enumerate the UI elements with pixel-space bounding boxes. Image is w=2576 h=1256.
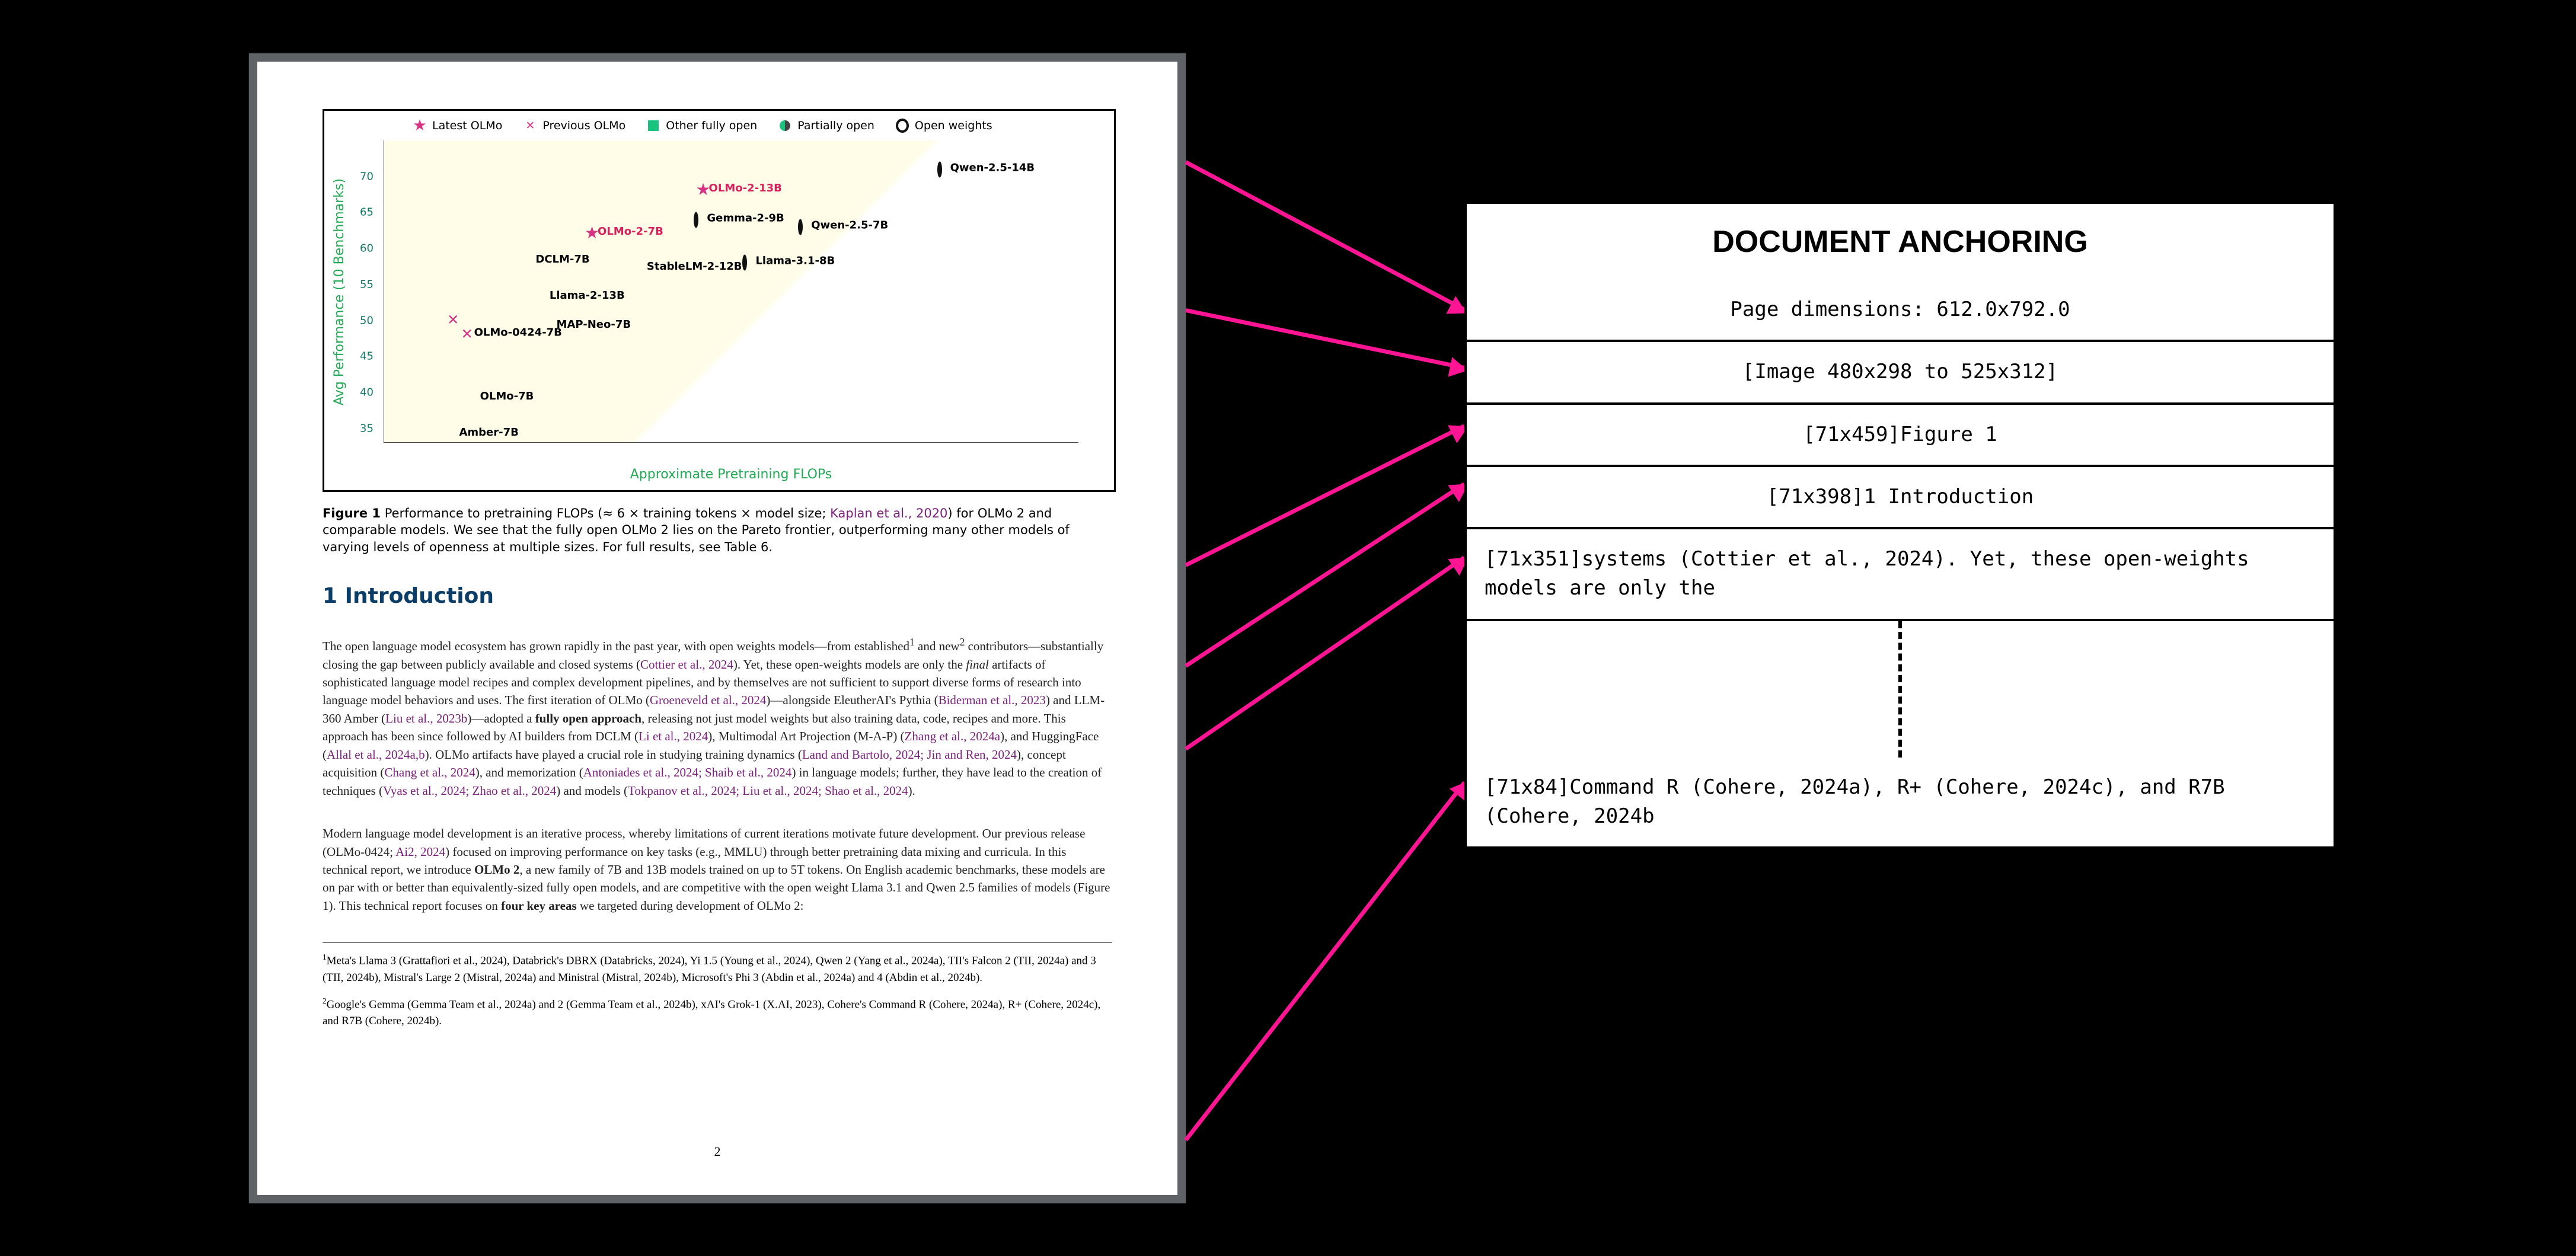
footnote-rule (323, 942, 1112, 943)
square-icon (647, 119, 660, 132)
chart-point: Gemma-2-9B (694, 214, 698, 225)
anchor-arrow (1185, 160, 1465, 311)
ring-icon (896, 119, 909, 132)
y-tick: 65 (360, 206, 374, 219)
legend-open-weights: Open weights (896, 119, 992, 132)
pdf-shell: ★ Latest OLMo ✕ Previous OLMo Other fully … (249, 53, 1186, 1203)
anchor-rows-gap (1464, 621, 2336, 758)
y-tick: 70 (360, 170, 374, 183)
anchor-arrow (1185, 556, 1466, 751)
chart-point-label: OLMo-2-7B (598, 225, 663, 238)
footnote-2: 2Google's Gemma (Gemma Team et al., 2024… (323, 995, 1112, 1030)
legend-partial: Partially open (778, 119, 874, 132)
chart-point-label: StableLM-2-12B (647, 260, 742, 273)
anchor-row-introduction: [71x398]1 Introduction (1464, 467, 2336, 529)
y-tick: 40 (360, 386, 374, 399)
ring-icon (937, 161, 942, 177)
chart-point-label: OLMo-2-13B (709, 182, 782, 194)
chart-point: ✕ (447, 314, 459, 327)
document-anchoring-table: DOCUMENT ANCHORING Page dimensions: 612.… (1464, 202, 2336, 849)
ring-icon (798, 219, 803, 235)
cross-icon: ✕ (524, 119, 537, 132)
legend-label: Partially open (797, 119, 874, 132)
chart-legend: ★ Latest OLMo ✕ Previous OLMo Other fully … (413, 111, 1078, 140)
chart-point-label: Qwen-2.5-14B (950, 161, 1035, 174)
chart-point: Llama-3.1-8B (742, 257, 747, 269)
anchor-row-image: [Image 480x298 to 525x312] (1464, 342, 2336, 404)
cross-icon: ✕ (447, 311, 459, 328)
chart-point-label: OLMo-7B (480, 390, 534, 402)
legend-previous-olmo: ✕ Previous OLMo (524, 119, 625, 132)
pdf-page: ★ Latest OLMo ✕ Previous OLMo Other fully … (257, 62, 1177, 1195)
legend-fully-open: Other fully open (647, 119, 757, 132)
legend-label: Previous OLMo (542, 119, 625, 132)
y-tick: 35 (360, 422, 374, 434)
y-tick: 50 (360, 314, 374, 327)
page-number: 2 (323, 1133, 1112, 1159)
anchor-arrow (1184, 781, 1466, 1141)
legend-label: Latest OLMo (432, 119, 502, 132)
chart-point-label: Qwen-2.5-7B (811, 219, 888, 231)
ellipsis-dash (1898, 621, 1902, 758)
y-tick: 55 (360, 278, 374, 290)
figure-1-caption: Figure 1 Performance to pretraining FLOP… (323, 505, 1112, 555)
anchor-row-systems: [71x351]systems (Cottier et al., 2024). … (1464, 529, 2336, 621)
y-tick: 45 (360, 350, 374, 363)
chart-point: Qwen-2.5-14B (937, 164, 942, 175)
ring-icon (742, 255, 747, 271)
y-axis-title: Avg Performance (10 Benchmarks) (333, 140, 347, 443)
chart-point-label: Amber-7B (459, 426, 518, 439)
chart-point-label: MAP-Neo-7B (557, 318, 631, 331)
footnote-1: 1Meta's Llama 3 (Grattafiori et al., 202… (323, 951, 1112, 986)
star-icon: ★ (413, 119, 426, 132)
anchor-row-dimensions: Page dimensions: 612.0x792.0 (1464, 280, 2336, 342)
chart-point-label: Gemma-2-9B (707, 212, 784, 224)
anchor-arrow (1185, 424, 1465, 567)
chart-plot-area: ★OLMo-2-7B★OLMo-2-13B✕OLMo-0424-7B✕OLMo-… (384, 140, 1078, 443)
anchor-row-footnote: [71x84]Command R (Cohere, 2024a), R+ (Co… (1464, 758, 2336, 849)
chart-point-label: Llama-2-13B (550, 289, 625, 302)
figure-1-chart: ★ Latest OLMo ✕ Previous OLMo Other fully … (323, 109, 1116, 492)
anchor-arrow (1185, 308, 1464, 370)
legend-label: Open weights (915, 119, 992, 132)
citation: Kaplan et al., 2020 (830, 506, 947, 520)
chart-point: ✕OLMo-0424-7B (461, 328, 473, 341)
chart-point-label: OLMo-0424-7B (474, 326, 562, 338)
anchor-title: DOCUMENT ANCHORING (1464, 202, 2336, 280)
chart-point-label: DCLM-7B (535, 253, 589, 266)
x-axis (384, 442, 1078, 443)
x-axis-title: Approximate Pretraining FLOPs (384, 467, 1078, 482)
diagram-root: ★ Latest OLMo ✕ Previous OLMo Other fully … (0, 0, 2576, 1256)
chart-point: ★OLMo-2-7B (585, 228, 599, 241)
half-circle-icon (778, 119, 791, 132)
anchor-row-figure: [71x459]Figure 1 (1464, 405, 2336, 467)
intro-paragraph-2: Modern language model development is an … (323, 824, 1112, 915)
chart-point: Qwen-2.5-7B (798, 221, 803, 232)
chart-point-label: Llama-3.1-8B (755, 255, 835, 267)
ring-icon (694, 212, 698, 228)
y-tick: 60 (360, 242, 374, 255)
chart-point: ★OLMo-2-13B (696, 184, 711, 197)
figure-caption-label: Figure 1 (323, 506, 381, 520)
anchor-arrow (1185, 482, 1466, 668)
cross-icon: ✕ (461, 325, 473, 342)
section-heading-introduction: 1 Introduction (323, 584, 1112, 608)
intro-paragraph-1: The open language model ecosystem has gr… (323, 635, 1112, 800)
legend-label: Other fully open (666, 119, 757, 132)
legend-latest-olmo: ★ Latest OLMo (413, 119, 502, 132)
